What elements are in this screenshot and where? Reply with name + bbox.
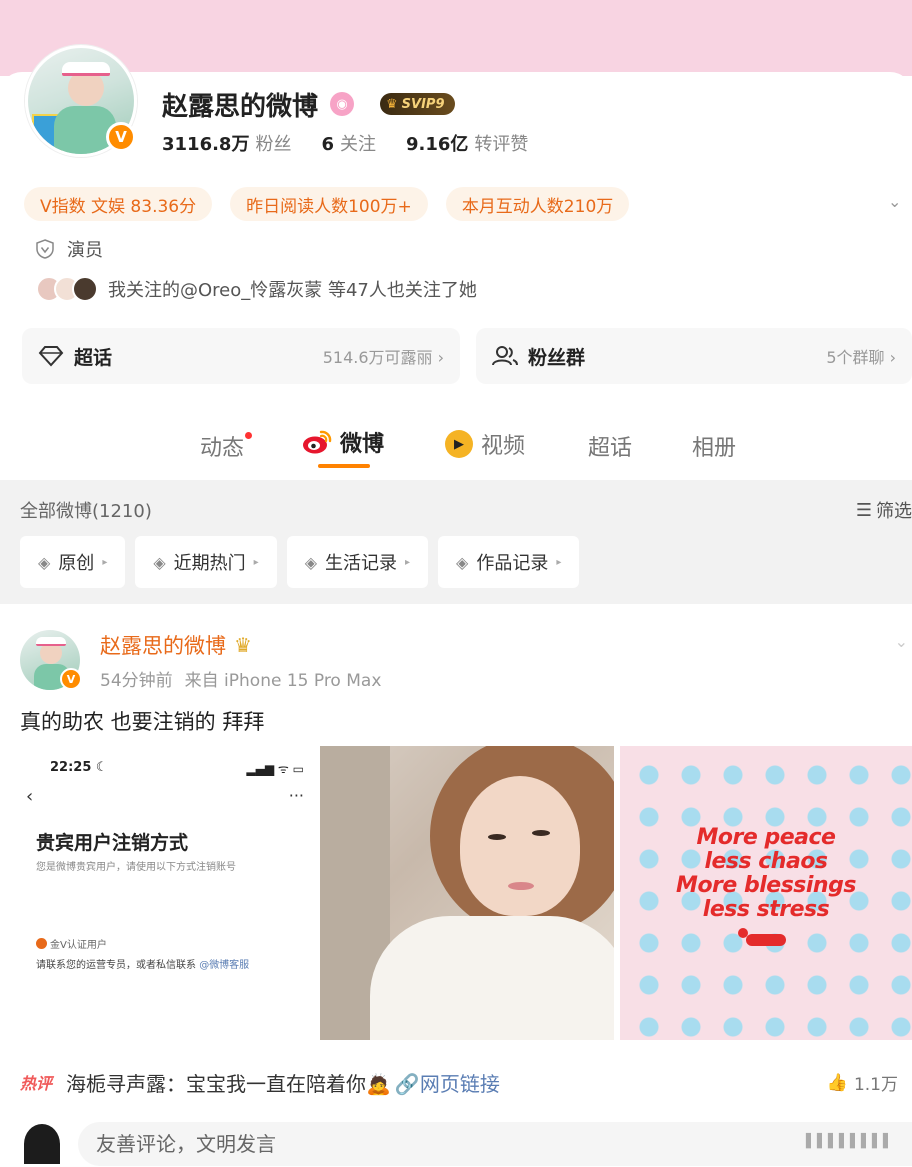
fan-group-card[interactable]: 粉丝群 5个群聊 ›: [476, 328, 912, 384]
profile-name-row: 赵露思的微博 ◉ ♛ SVIP9: [162, 86, 455, 122]
current-user-avatar[interactable]: [24, 1124, 60, 1164]
svip-badge[interactable]: ♛ SVIP9: [380, 93, 455, 115]
fan-group-count: 5个群聊 ›: [826, 348, 896, 367]
watermark-icon: ▌▌▌▌▌▌▌▌: [806, 1134, 894, 1149]
quote-text: More peace less chaos More blessings les…: [676, 825, 856, 922]
comment-bar: ▌▌▌▌▌▌▌▌: [0, 1120, 912, 1167]
tab-video[interactable]: ▶ 视频: [445, 428, 525, 460]
thumbs-up-icon: 👍: [826, 1072, 848, 1093]
layers-icon: ◈: [153, 552, 166, 572]
profile-stats: 3116.8万 粉丝 6 关注 9.16亿 转评赞: [162, 130, 528, 156]
filter-button[interactable]: ☰ 筛选: [856, 497, 912, 523]
back-icon: ‹: [26, 786, 34, 807]
post-image-quote[interactable]: More peace less chaos More blessings les…: [620, 746, 912, 1040]
web-link[interactable]: 🔗网页链接: [395, 1068, 500, 1097]
profile-tabs: 动态 微博 ▶ 视频 超话 相册: [0, 418, 912, 474]
weibo-logo-icon: [303, 430, 332, 454]
chevron-down-icon[interactable]: ⌄: [895, 632, 908, 651]
hot-comment[interactable]: 热评 海栀寻声露：宝宝我一直在陪着你🙇 🔗网页链接: [20, 1062, 912, 1102]
layers-icon: ◈: [38, 552, 51, 572]
v-index-tag[interactable]: V指数 文娱 83.36分: [24, 187, 213, 221]
followers-stat[interactable]: 3116.8万 粉丝: [162, 130, 291, 156]
mutual-followers-row[interactable]: 我关注的@Oreo_怜露灰蒙 等47人也关注了她: [36, 276, 477, 302]
fan-group-title: 粉丝群: [528, 346, 586, 369]
monthly-interactions-tag[interactable]: 本月互动人数210万: [445, 187, 630, 221]
hot-comment-text: 海栀寻声露：宝宝我一直在陪着你🙇: [66, 1071, 391, 1096]
tab-album[interactable]: 相册: [692, 430, 736, 462]
group-icon: [492, 346, 518, 366]
role-row: 演员: [35, 236, 103, 262]
post-meta: 54分钟前 来自 iPhone 15 Pro Max: [100, 666, 381, 691]
chip-life-records[interactable]: ◈ 生活记录 ▸: [286, 536, 429, 588]
crown-icon: ♛: [386, 96, 398, 112]
dog-icon: [738, 928, 786, 946]
profile-tags: V指数 文娱 83.36分 昨日阅读人数100万+ 本月互动人数210万: [24, 187, 630, 221]
layers-icon: ◈: [456, 552, 469, 572]
post-time: 54分钟前: [100, 671, 173, 691]
status-icons: ▂▄▆ ᯤ ▭: [246, 762, 304, 776]
screenshot-contact: 请联系您的运营专员，或者私信联系 @微博客服: [36, 960, 250, 971]
screenshot-heading: 贵宾用户注销方式: [36, 832, 189, 854]
mutual-text: 我关注的@Oreo_怜露灰蒙 等47人也关注了她: [108, 280, 477, 301]
supertopic-card[interactable]: 超话 514.6万可露丽 ›: [22, 328, 460, 384]
interactions-stat[interactable]: 9.16亿 转评赞: [406, 130, 528, 156]
shield-icon: [36, 239, 54, 259]
chip-original[interactable]: ◈ 原创 ▸: [20, 536, 126, 588]
like-button[interactable]: 👍 1.1万: [826, 1070, 898, 1096]
comment-input[interactable]: [78, 1122, 912, 1166]
post-source: 来自 iPhone 15 Pro Max: [184, 671, 382, 691]
supertopic-count: 514.6万可露丽 ›: [322, 348, 444, 367]
more-icon: ···: [288, 786, 304, 805]
supertopic-title: 超话: [74, 346, 113, 369]
crown-icon: ♛: [234, 633, 252, 657]
gold-v-label: 金V认证用户: [36, 936, 107, 951]
verified-badge-icon: V: [60, 668, 82, 690]
filter-icon: ☰: [855, 499, 872, 521]
verified-badge-icon: V: [106, 122, 136, 152]
diamond-icon: [38, 346, 64, 367]
post-author-name[interactable]: 赵露思的微博 ♛: [100, 630, 252, 660]
post-image-screenshot[interactable]: 22:25 ☾ ▂▄▆ ᯤ ▭ ‹ ··· 贵宾用户注销方式 您是微博贵宾用户，…: [20, 746, 314, 1040]
chip-work-records[interactable]: ◈ 作品记录 ▸: [438, 536, 580, 588]
post-text: 真的助农 也要注销的 拜拜: [20, 710, 265, 734]
chevron-down-icon[interactable]: ⌄: [888, 192, 906, 211]
active-tab-indicator: [318, 464, 370, 468]
notification-dot: [245, 432, 253, 439]
tab-supertopic[interactable]: 超话: [588, 430, 632, 462]
profile-name: 赵露思的微博: [162, 91, 319, 122]
role-label: 演员: [67, 240, 103, 261]
gold-v-icon: [36, 938, 47, 949]
all-weibo-count: 全部微博(1210): [20, 501, 152, 522]
tab-activity[interactable]: 动态: [200, 430, 253, 462]
weibo-post: V 赵露思的微博 ♛ 54分钟前 来自 iPhone 15 Pro Max ⌄ 真的…: [0, 612, 912, 1167]
chip-recent-hot[interactable]: ◈ 近期热门 ▸: [135, 536, 277, 588]
hot-comment-tag: 热评: [20, 1074, 53, 1093]
header-background: [0, 0, 912, 76]
following-stat[interactable]: 6 关注: [321, 130, 376, 156]
category-chips: ◈ 原创 ▸ ◈ 近期热门 ▸ ◈ 生活记录 ▸ ◈ 作品记录 ▸: [20, 536, 580, 588]
layers-icon: ◈: [304, 552, 317, 572]
post-image-selfie[interactable]: [320, 746, 614, 1040]
status-time: 22:25 ☾: [50, 760, 108, 775]
screenshot-subtext: 您是微博贵宾用户，请使用以下方式注销账号: [36, 862, 236, 873]
video-icon: ▶: [445, 430, 473, 458]
tab-weibo[interactable]: 微博: [302, 426, 384, 458]
membership-icon[interactable]: ◉: [330, 92, 355, 116]
daily-readers-tag[interactable]: 昨日阅读人数100万+: [230, 187, 428, 221]
mutual-avatars: [36, 276, 98, 302]
